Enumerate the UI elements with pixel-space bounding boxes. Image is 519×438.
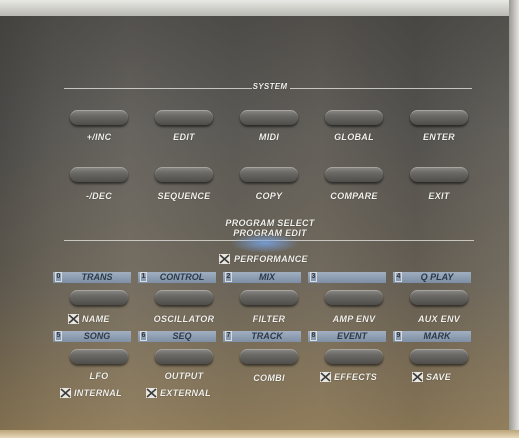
tab-blank[interactable]: 3 [308, 272, 386, 283]
tab-number: 9 [395, 331, 402, 341]
tab-label: CONTROL [159, 272, 205, 282]
tab-number: 4 [395, 272, 402, 282]
internal-checkbox[interactable] [60, 388, 71, 398]
tab-label: MARK [423, 331, 451, 341]
tab-number: 5 [55, 331, 62, 341]
lfo-label: LFO [89, 371, 109, 381]
tab-label: EVENT [336, 331, 367, 341]
x-mark-icon [412, 372, 423, 382]
exit-button[interactable] [410, 167, 468, 182]
midi-label: MIDI [258, 132, 280, 142]
compare-label: COMPARE [330, 191, 378, 201]
lfo-button[interactable] [70, 349, 128, 364]
enter-button[interactable] [410, 110, 468, 125]
output-label: OUTPUT [164, 371, 204, 381]
x-mark-icon [320, 372, 331, 382]
effects-checkbox[interactable] [320, 372, 331, 382]
tab-q-play[interactable]: 4 Q PLAY [393, 272, 471, 283]
tab-label: TRACK [251, 331, 283, 341]
external-checkbox[interactable] [146, 388, 157, 398]
tab-mix[interactable]: 2 MIX [223, 272, 301, 283]
system-rule-left [64, 88, 252, 89]
compare-button[interactable] [325, 167, 383, 182]
tab-label [320, 272, 384, 283]
system-rule-right [290, 88, 472, 89]
inc-label: +/INC [86, 132, 112, 142]
combi-button[interactable] [240, 349, 298, 364]
oscillator-label: OSCILLATOR [153, 314, 215, 324]
output-button[interactable] [155, 349, 213, 364]
effects-label: EFFECTS [334, 372, 378, 382]
x-mark-icon [146, 388, 157, 398]
sequence-button[interactable] [155, 167, 213, 182]
amp-env-label: AMP ENV [332, 314, 376, 324]
edit-button[interactable] [155, 110, 213, 125]
tab-number: 7 [225, 331, 232, 341]
internal-label: INTERNAL [74, 388, 122, 398]
tab-label: SONG [83, 331, 111, 341]
oscillator-button[interactable] [155, 290, 213, 305]
copy-label: COPY [255, 191, 283, 201]
tab-number: 3 [310, 272, 317, 282]
midi-button[interactable] [240, 110, 298, 125]
aux-env-label: AUX ENV [417, 314, 461, 324]
tab-trans[interactable]: 0 TRANS [53, 272, 131, 283]
global-button[interactable] [325, 110, 383, 125]
tab-song[interactable]: 5 SONG [53, 331, 131, 342]
tab-label: SEQ [172, 331, 192, 341]
x-mark-icon [68, 314, 79, 324]
tab-seq[interactable]: 6 SEQ [138, 331, 216, 342]
tab-label: TRANS [81, 272, 113, 282]
x-mark-icon [60, 388, 71, 398]
name-label: NAME [82, 314, 110, 324]
tab-mark[interactable]: 9 MARK [393, 331, 471, 342]
synth-control-panel: SYSTEM +/INC EDIT MIDI GLOBAL ENTER -/DE… [0, 0, 519, 438]
name-checkbox[interactable] [68, 314, 79, 324]
tab-event[interactable]: 8 EVENT [308, 331, 386, 342]
program-select-label: PROGRAM SELECT [225, 218, 315, 228]
edit-label: EDIT [173, 132, 195, 142]
save-button[interactable] [410, 349, 468, 364]
panel-right-edge [509, 0, 519, 438]
sequence-label: SEQUENCE [157, 191, 211, 201]
tab-number: 2 [225, 272, 232, 282]
dec-label: -/DEC [86, 191, 112, 201]
effects-button[interactable] [325, 349, 383, 364]
system-title: SYSTEM [252, 82, 288, 91]
tab-number: 0 [55, 272, 62, 282]
tab-control[interactable]: 1 CONTROL [138, 272, 216, 283]
panel-top-edge [0, 0, 519, 16]
tab-number: 8 [310, 331, 317, 341]
tab-label: MIX [258, 272, 275, 282]
performance-checkbox[interactable] [219, 254, 230, 264]
save-checkbox[interactable] [412, 372, 423, 382]
x-mark-icon [219, 254, 230, 264]
program-edit-led [230, 233, 300, 253]
global-label: GLOBAL [334, 132, 374, 142]
filter-label: FILTER [252, 314, 286, 324]
save-label: SAVE [426, 372, 452, 382]
external-label: EXTERNAL [160, 388, 211, 398]
filter-button[interactable] [240, 290, 298, 305]
combi-label: COMBI [253, 373, 285, 383]
tab-track[interactable]: 7 TRACK [223, 331, 301, 342]
tab-label: Q PLAY [420, 272, 454, 282]
exit-label: EXIT [428, 191, 450, 201]
name-button[interactable] [70, 290, 128, 305]
copy-button[interactable] [240, 167, 298, 182]
tab-number: 1 [140, 272, 147, 282]
performance-label: PERFORMANCE [234, 254, 308, 264]
panel-bottom-edge [0, 430, 519, 438]
amp-env-button[interactable] [325, 290, 383, 305]
inc-button[interactable] [70, 110, 128, 125]
enter-label: ENTER [422, 132, 455, 142]
dec-button[interactable] [70, 167, 128, 182]
aux-env-button[interactable] [410, 290, 468, 305]
tab-number: 6 [140, 331, 147, 341]
